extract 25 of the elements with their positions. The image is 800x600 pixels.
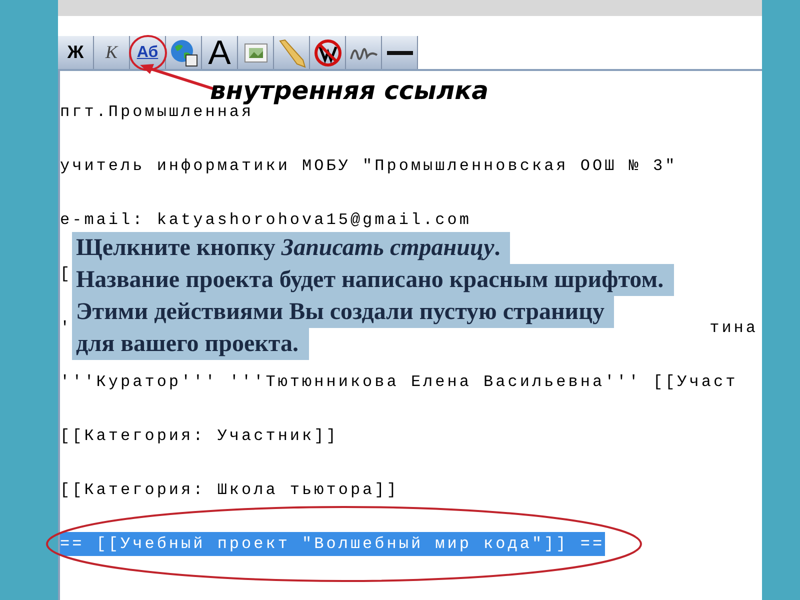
editor-line: ' xyxy=(60,318,72,339)
editor-line: '''Куратор''' '''Тютюнникова Елена Васильевна''' [[Участ xyxy=(60,372,738,393)
toolbar-button[interactable]: A xyxy=(202,36,238,69)
toolbar-button[interactable] xyxy=(310,36,346,69)
annotation-label: внутренняя ссылка xyxy=(210,75,488,106)
globe-icon xyxy=(168,38,198,68)
no-sign-icon xyxy=(312,38,342,68)
toolbar-button[interactable] xyxy=(382,36,418,69)
editor-line: [[Категория: Участник]] xyxy=(60,426,338,447)
link-label: Аб xyxy=(136,42,158,62)
callout-text: Щелкните кнопку Записать страницу. Название проекта будет написано красным шрифтом. Этими действиями Вы создали пустую страницу для вашего проекта. xyxy=(72,232,674,360)
toolbar-button[interactable] xyxy=(166,36,202,69)
big-letter-label: A xyxy=(208,36,231,70)
editor-line: e-mail: katyashorohova15@gmail.com xyxy=(60,210,472,231)
toolbar-button[interactable]: Ж xyxy=(58,36,94,69)
image-icon xyxy=(244,42,268,62)
toolbar-button[interactable]: К xyxy=(94,36,130,69)
editor-line: пгт.Промышленная xyxy=(60,103,254,123)
editor-line: [ xyxy=(60,264,72,285)
bold-label: Ж xyxy=(67,41,84,64)
editor-line: тина xyxy=(710,318,758,339)
editor-line: [[Категория: Школа тьютора]] xyxy=(60,480,399,501)
toolbar-button[interactable] xyxy=(346,36,382,69)
editor-line: учитель информатики МОБУ "Промышленновская ООШ № 3" xyxy=(60,156,678,177)
italic-label: К xyxy=(106,41,118,64)
